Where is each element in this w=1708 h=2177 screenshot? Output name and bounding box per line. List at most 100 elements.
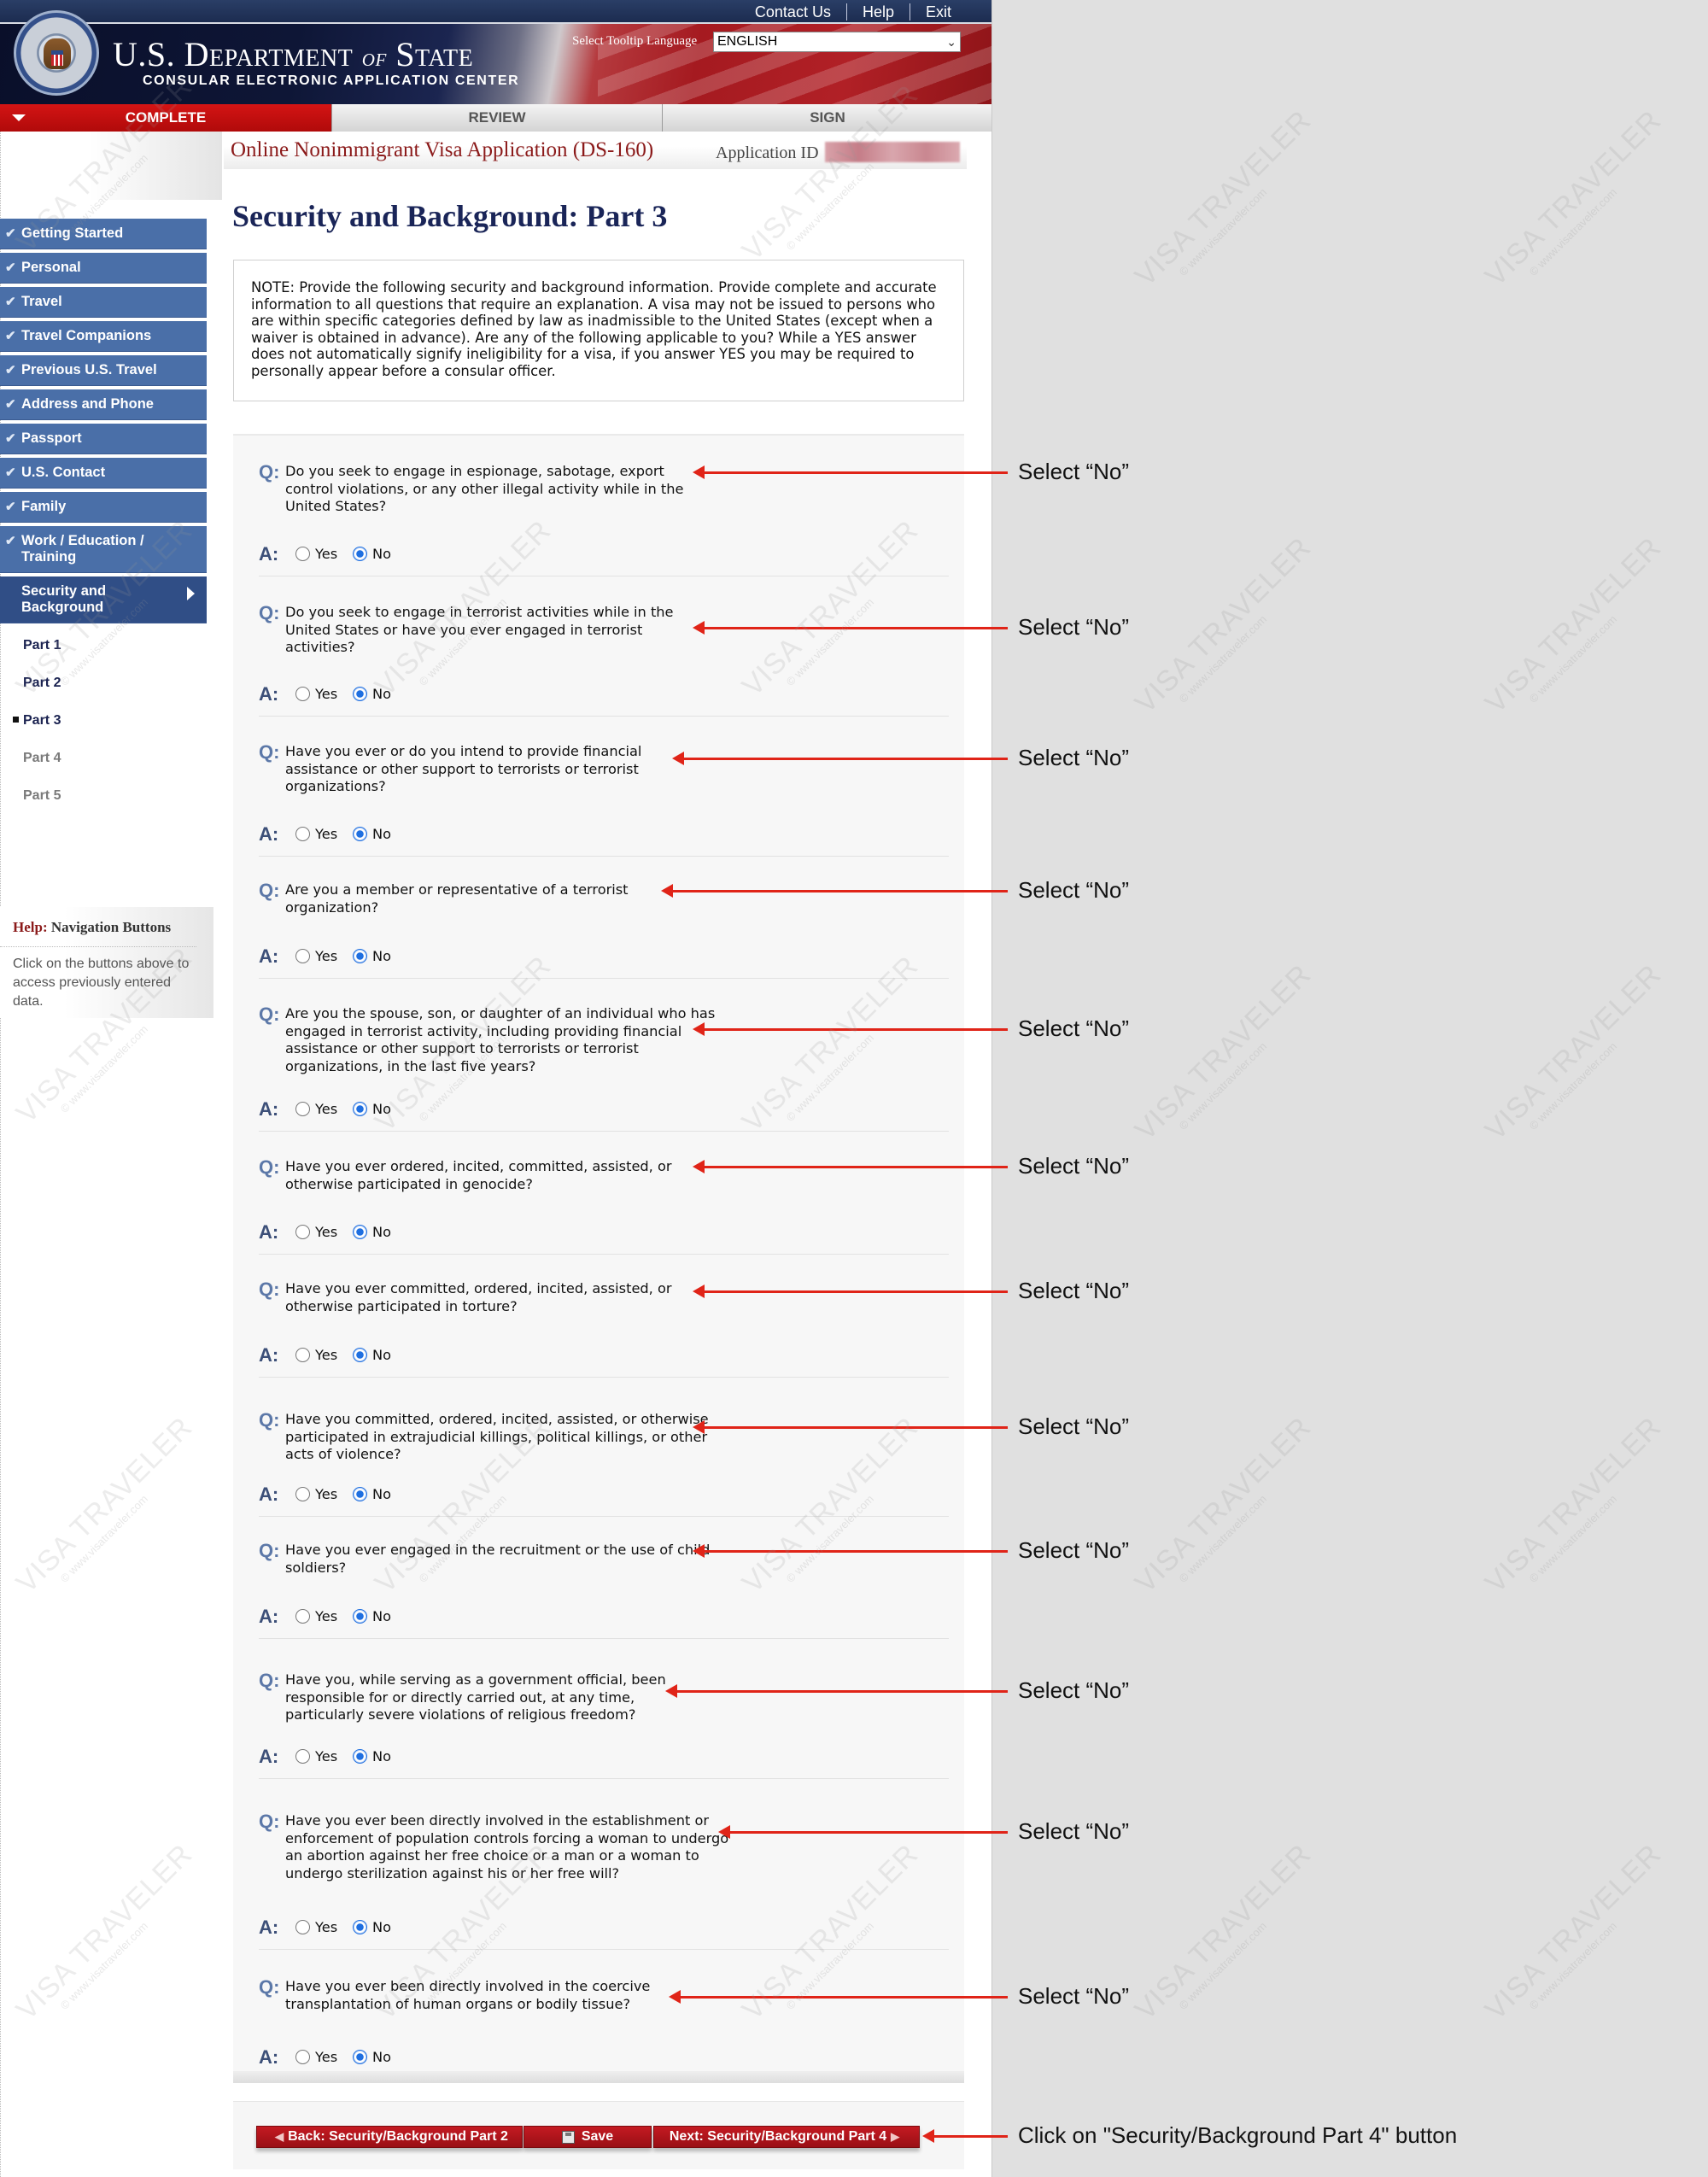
sidebar-item-security-and-background[interactable]: Security and Background bbox=[0, 576, 207, 623]
sidebar-item-label: Previous U.S. Travel bbox=[21, 362, 157, 377]
radio-yes-label[interactable]: Yes bbox=[315, 1748, 337, 1764]
question-text: Do you seek to engage in espionage, sabo… bbox=[285, 463, 684, 515]
watermark-url: © www.visatraveler.com bbox=[1176, 1039, 1269, 1132]
subnav-part-3[interactable]: Part 3 bbox=[0, 702, 207, 740]
radio-no[interactable] bbox=[353, 1609, 367, 1624]
annotation-arrow-icon bbox=[693, 1160, 1008, 1173]
radio-no[interactable] bbox=[353, 1920, 367, 1934]
sidebar-item-family[interactable]: ✔ Family bbox=[0, 492, 207, 523]
exit-link[interactable]: Exit bbox=[909, 3, 967, 20]
radio-no[interactable] bbox=[353, 547, 367, 561]
help-link[interactable]: Help bbox=[845, 3, 910, 20]
help-box: Help: Navigation Buttons Click on the bu… bbox=[0, 907, 214, 1018]
radio-yes[interactable] bbox=[295, 547, 310, 561]
radio-no-label[interactable]: No bbox=[372, 686, 391, 702]
radio-no[interactable] bbox=[353, 827, 367, 841]
radio-no[interactable] bbox=[353, 1487, 367, 1501]
tooltip-language-select[interactable]: ENGLISH ⌄ bbox=[713, 32, 961, 52]
application-id-value-redacted bbox=[825, 142, 960, 162]
divider bbox=[0, 946, 196, 947]
radio-yes[interactable] bbox=[295, 827, 310, 841]
answer-label: A: bbox=[259, 945, 279, 967]
subnav-part-2[interactable]: Part 2 bbox=[0, 664, 207, 702]
radio-yes-label[interactable]: Yes bbox=[315, 686, 337, 702]
sidebar-item-getting-started[interactable]: ✔ Getting Started bbox=[0, 219, 207, 249]
radio-no[interactable] bbox=[353, 949, 367, 963]
watermark-title: VISA TRAVELER bbox=[1128, 1410, 1318, 1600]
dept-title-of: of bbox=[361, 44, 387, 72]
radio-no-label[interactable]: No bbox=[372, 1748, 391, 1764]
save-button[interactable]: Save bbox=[524, 2126, 652, 2148]
radio-yes[interactable] bbox=[295, 1348, 310, 1362]
radio-yes-label[interactable]: Yes bbox=[315, 1224, 337, 1240]
next-button[interactable]: Next: Security/Background Part 4 ▶ bbox=[653, 2126, 920, 2148]
radio-yes-label[interactable]: Yes bbox=[315, 1101, 337, 1117]
annotation-select-no: Select “No” bbox=[1018, 1153, 1130, 1179]
radio-yes-label[interactable]: Yes bbox=[315, 546, 337, 562]
check-icon: ✔ bbox=[5, 500, 16, 514]
radio-yes[interactable] bbox=[295, 1920, 310, 1934]
radio-yes-label[interactable]: Yes bbox=[315, 948, 337, 964]
subnav-part-1[interactable]: Part 1 bbox=[0, 627, 207, 664]
department-seal-icon bbox=[14, 10, 99, 96]
question-text: Have you ever ordered, incited, committe… bbox=[285, 1158, 672, 1192]
tab-complete[interactable]: COMPLETE bbox=[0, 104, 331, 132]
radio-yes[interactable] bbox=[295, 1225, 310, 1239]
sidebar-item-work-education-training[interactable]: ✔ Work / Education / Training bbox=[0, 526, 207, 573]
watermark: VISA TRAVELER© www.visatraveler.com bbox=[1129, 531, 1327, 729]
answer-label: A: bbox=[259, 1917, 279, 1938]
radio-no-label[interactable]: No bbox=[372, 546, 391, 562]
tab-sign[interactable]: SIGN bbox=[662, 104, 991, 132]
sidebar-item-passport[interactable]: ✔ Passport bbox=[0, 424, 207, 454]
caret-right-icon bbox=[187, 587, 195, 600]
tooltip-language-label: Select Tooltip Language bbox=[572, 34, 698, 48]
sidebar-item-address-and-phone[interactable]: ✔ Address and Phone bbox=[0, 389, 207, 420]
annotation-arrow-icon bbox=[665, 1684, 1008, 1698]
radio-no-label[interactable]: No bbox=[372, 1486, 391, 1502]
contact-us-link[interactable]: Contact Us bbox=[740, 3, 846, 20]
radio-no-label[interactable]: No bbox=[372, 1101, 391, 1117]
radio-yes-label[interactable]: Yes bbox=[315, 1608, 337, 1624]
radio-no[interactable] bbox=[353, 1348, 367, 1362]
radio-yes-label[interactable]: Yes bbox=[315, 1919, 337, 1935]
radio-yes[interactable] bbox=[295, 1102, 310, 1116]
radio-yes[interactable] bbox=[295, 949, 310, 963]
radio-no-label[interactable]: No bbox=[372, 1347, 391, 1363]
radio-yes-label[interactable]: Yes bbox=[315, 826, 337, 842]
radio-yes[interactable] bbox=[295, 687, 310, 701]
watermark-title: VISA TRAVELER bbox=[1128, 1837, 1318, 2027]
annotation-select-no: Select “No” bbox=[1018, 1278, 1130, 1303]
radio-yes-label[interactable]: Yes bbox=[315, 1347, 337, 1363]
sidebar-item-personal[interactable]: ✔ Personal bbox=[0, 253, 207, 284]
radio-no-label[interactable]: No bbox=[372, 1919, 391, 1935]
radio-no-label[interactable]: No bbox=[372, 1608, 391, 1624]
radio-yes[interactable] bbox=[295, 1609, 310, 1624]
radio-no-label[interactable]: No bbox=[372, 826, 391, 842]
back-button[interactable]: ◀ Back: Security/Background Part 2 bbox=[256, 2126, 523, 2148]
tab-review[interactable]: REVIEW bbox=[331, 104, 662, 132]
radio-yes[interactable] bbox=[295, 2050, 310, 2064]
sidebar-item-previous-us-travel[interactable]: ✔ Previous U.S. Travel bbox=[0, 355, 207, 386]
radio-no-label[interactable]: No bbox=[372, 1224, 391, 1240]
sidebar-nav: ✔ Getting Started ✔ Personal ✔ Travel ✔ Trav… bbox=[0, 219, 207, 815]
note-box: NOTE: Provide the following security and… bbox=[233, 260, 964, 401]
question-text: Have you ever or do you intend to provid… bbox=[285, 743, 642, 795]
radio-no-label[interactable]: No bbox=[372, 948, 391, 964]
radio-no[interactable] bbox=[353, 1102, 367, 1116]
radio-yes[interactable] bbox=[295, 1749, 310, 1764]
divider bbox=[259, 1638, 949, 1639]
radio-yes[interactable] bbox=[295, 1487, 310, 1501]
sidebar-item-us-contact[interactable]: ✔ U.S. Contact bbox=[0, 458, 207, 489]
radio-yes-label[interactable]: Yes bbox=[315, 1486, 337, 1502]
annotation-select-no: Select “No” bbox=[1018, 614, 1130, 640]
radio-no[interactable] bbox=[353, 687, 367, 701]
radio-no[interactable] bbox=[353, 1225, 367, 1239]
radio-no[interactable] bbox=[353, 1749, 367, 1764]
radio-yes-label[interactable]: Yes bbox=[315, 2049, 337, 2065]
radio-no[interactable] bbox=[353, 2050, 367, 2064]
watermark-title: VISA TRAVELER bbox=[1128, 957, 1318, 1147]
radio-no-label[interactable]: No bbox=[372, 2049, 391, 2065]
sidebar-item-travel-companions[interactable]: ✔ Travel Companions bbox=[0, 321, 207, 352]
sidebar-item-travel[interactable]: ✔ Travel bbox=[0, 287, 207, 318]
check-icon: ✔ bbox=[5, 465, 16, 480]
